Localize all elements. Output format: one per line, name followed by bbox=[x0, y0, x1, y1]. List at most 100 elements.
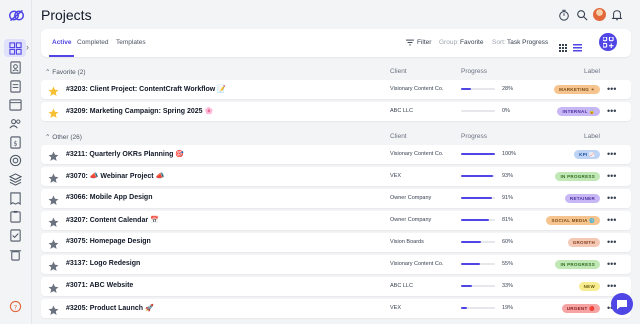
receipt-icon[interactable] bbox=[8, 191, 23, 206]
avatar[interactable] bbox=[593, 8, 606, 21]
project-row[interactable]: #3070: 📣 Webinar Project 📣 VEX 93% IN PROGR… bbox=[41, 167, 631, 186]
project-name[interactable]: #3205: Product Launch 🚀 bbox=[66, 304, 154, 312]
progress-column-header[interactable]: Progress bbox=[461, 68, 487, 75]
help-icon[interactable]: ? bbox=[8, 299, 23, 314]
trash-icon[interactable] bbox=[8, 247, 23, 262]
more-options-icon[interactable]: ••• bbox=[607, 149, 616, 159]
page-title: Projects bbox=[41, 7, 92, 23]
project-name[interactable]: #3070: 📣 Webinar Project 📣 bbox=[66, 172, 164, 180]
home-grid-icon[interactable] bbox=[8, 41, 23, 56]
client-name: ABC LLC bbox=[390, 108, 413, 114]
list-view-icon[interactable] bbox=[573, 39, 582, 57]
section-title: ⌃ Other (26) bbox=[45, 134, 82, 141]
label-badge[interactable]: INTERNAL 🔒 bbox=[557, 107, 600, 116]
label-column-header[interactable]: Label bbox=[584, 133, 600, 140]
progress-bar-fill bbox=[461, 285, 473, 287]
section-other-header[interactable]: ⌃ Other (26) Client Progress Label bbox=[41, 130, 631, 144]
favorite-star-icon[interactable] bbox=[48, 259, 59, 271]
progress-bar bbox=[461, 88, 495, 90]
contacts-icon[interactable] bbox=[8, 60, 23, 75]
label-badge[interactable]: KPI 📈 bbox=[574, 150, 600, 159]
tab-completed[interactable]: Completed bbox=[77, 39, 108, 46]
svg-text:?: ? bbox=[14, 303, 17, 311]
tabs-toolbar: Active Completed Templates Filter Group:… bbox=[41, 29, 631, 57]
project-row[interactable]: #3137: Logo Redesign Visionary Content Co… bbox=[41, 255, 631, 274]
app-logo-icon[interactable] bbox=[8, 7, 25, 24]
favorite-star-icon[interactable] bbox=[48, 303, 59, 315]
filter-button[interactable]: Filter bbox=[417, 39, 431, 46]
more-options-icon[interactable]: ••• bbox=[607, 84, 616, 94]
project-row[interactable]: #3211: Quarterly OKRs Planning 🎯 Visionar… bbox=[41, 145, 631, 164]
progress-bar-fill bbox=[461, 153, 495, 155]
favorite-star-icon[interactable] bbox=[48, 106, 59, 118]
project-name[interactable]: #3066: Mobile App Design bbox=[66, 194, 152, 201]
chat-support-button[interactable] bbox=[611, 293, 633, 315]
layers-icon[interactable] bbox=[8, 172, 23, 187]
sort-select[interactable]: Task Progress bbox=[507, 39, 548, 46]
sidebar: › $ ? bbox=[0, 0, 32, 324]
section-favorite-header[interactable]: ⌃ Favorite (2) Client Progress Label bbox=[41, 65, 631, 79]
favorite-star-icon[interactable] bbox=[48, 215, 59, 227]
favorite-star-icon[interactable] bbox=[48, 84, 59, 96]
more-options-icon[interactable]: ••• bbox=[607, 281, 616, 291]
project-row[interactable]: #3207: Content Calendar 📅 Owner Company 81… bbox=[41, 211, 631, 230]
client-column-header[interactable]: Client bbox=[390, 133, 407, 140]
progress-percent: 60% bbox=[502, 239, 514, 245]
bell-icon[interactable] bbox=[610, 8, 624, 22]
timer-icon[interactable] bbox=[557, 8, 571, 22]
project-name[interactable]: #3071: ABC Website bbox=[66, 282, 133, 289]
progress-percent: 93% bbox=[502, 173, 514, 179]
project-row[interactable]: #3071: ABC Website ABC LLC 33% NEW ••• bbox=[41, 277, 631, 296]
progress-bar-fill bbox=[461, 241, 482, 243]
favorite-star-icon[interactable] bbox=[48, 281, 59, 293]
project-row[interactable]: #3075: Homepage Design Vision Boards 60% GR… bbox=[41, 233, 631, 252]
project-row[interactable]: #3066: Mobile App Design Owner Company 91%… bbox=[41, 189, 631, 208]
project-name[interactable]: #3075: Homepage Design bbox=[66, 238, 151, 245]
more-options-icon[interactable]: ••• bbox=[607, 106, 616, 116]
search-icon[interactable] bbox=[575, 8, 589, 22]
add-project-button[interactable] bbox=[599, 33, 617, 51]
label-badge[interactable]: RETAINER bbox=[564, 194, 600, 203]
project-name[interactable]: #3211: Quarterly OKRs Planning 🎯 bbox=[66, 150, 184, 158]
favorite-star-icon[interactable] bbox=[48, 149, 59, 161]
favorite-star-icon[interactable] bbox=[48, 193, 59, 205]
project-name[interactable]: #3209: Marketing Campaign: Spring 2025 🌸 bbox=[66, 107, 213, 115]
document-icon[interactable] bbox=[8, 79, 23, 94]
progress-bar bbox=[461, 110, 495, 112]
target-icon[interactable] bbox=[8, 153, 23, 168]
project-row[interactable]: #3209: Marketing Campaign: Spring 2025 🌸… bbox=[41, 102, 631, 121]
calendar-icon[interactable] bbox=[8, 97, 23, 112]
favorite-star-icon[interactable] bbox=[48, 237, 59, 249]
client-column-header[interactable]: Client bbox=[390, 68, 407, 75]
filter-icon[interactable] bbox=[406, 39, 414, 47]
label-badge[interactable]: IN PROGRESS bbox=[555, 260, 600, 269]
clipboard-icon[interactable] bbox=[8, 209, 23, 224]
progress-column-header[interactable]: Progress bbox=[461, 133, 487, 140]
more-options-icon[interactable]: ••• bbox=[607, 237, 616, 247]
invoice-icon[interactable]: $ bbox=[8, 135, 23, 150]
grid-view-icon[interactable] bbox=[559, 39, 567, 57]
label-badge[interactable]: URGENT 🔴 bbox=[561, 304, 600, 313]
project-name[interactable]: #3207: Content Calendar 📅 bbox=[66, 216, 159, 224]
tab-templates[interactable]: Templates bbox=[116, 39, 146, 46]
more-options-icon[interactable]: ••• bbox=[607, 193, 616, 203]
label-badge[interactable]: GROWTH bbox=[567, 238, 600, 247]
label-badge[interactable]: NEW bbox=[578, 282, 600, 291]
project-name[interactable]: #3137: Logo Redesign bbox=[66, 260, 140, 267]
group-select[interactable]: Favorite bbox=[460, 39, 483, 46]
label-badge[interactable]: IN PROGRESS bbox=[555, 172, 600, 181]
label-badge[interactable]: MARKETING ☀ bbox=[554, 85, 600, 94]
project-name[interactable]: #3203: Client Project: ContentCraft Work… bbox=[66, 85, 226, 93]
label-badge[interactable]: SOCIAL MEDIA 🌐 bbox=[546, 216, 600, 225]
more-options-icon[interactable]: ••• bbox=[607, 215, 616, 225]
sidebar-expand-chevron-icon[interactable]: › bbox=[26, 42, 29, 52]
users-icon[interactable] bbox=[8, 116, 23, 131]
more-options-icon[interactable]: ••• bbox=[607, 259, 616, 269]
label-column-header[interactable]: Label bbox=[584, 68, 600, 75]
tab-active[interactable]: Active bbox=[52, 39, 72, 46]
more-options-icon[interactable]: ••• bbox=[607, 171, 616, 181]
project-row[interactable]: #3203: Client Project: ContentCraft Work… bbox=[41, 80, 631, 99]
checklist-icon[interactable] bbox=[8, 228, 23, 243]
project-row[interactable]: #3205: Product Launch 🚀VEX19%URGENT 🔴••• bbox=[41, 299, 631, 318]
favorite-star-icon[interactable] bbox=[48, 171, 59, 183]
